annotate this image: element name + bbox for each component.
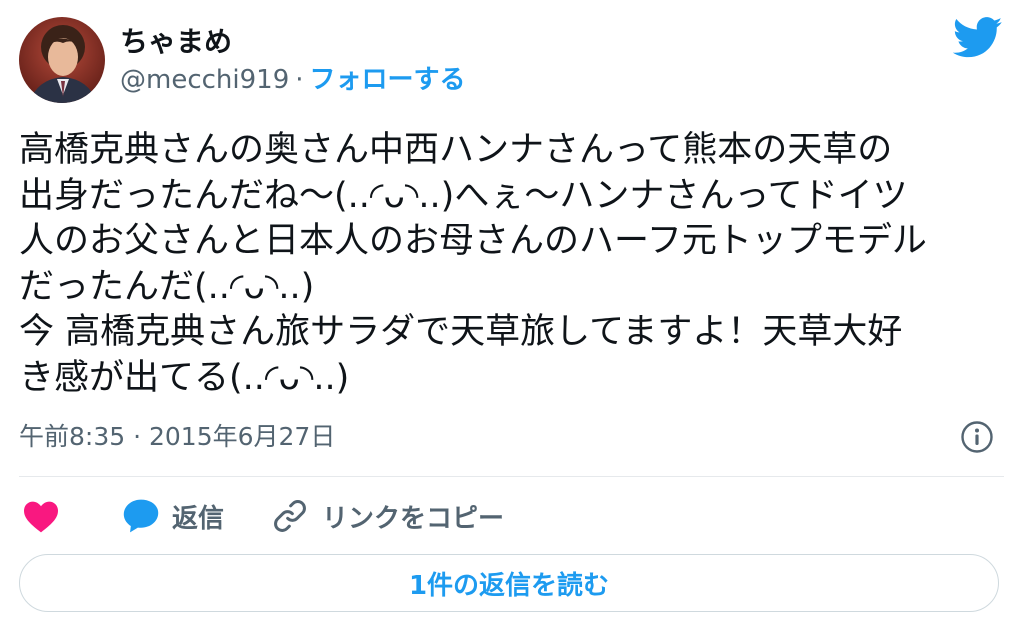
follow-button[interactable]: フォローする: [310, 65, 466, 95]
twitter-bird-icon[interactable]: [952, 17, 1003, 59]
speech-bubble-icon: [123, 499, 159, 533]
tweet-text: 高橋克典さんの奥さん中西ハンナさんって熊本の天草の 出身だったんだね〜(..◜ᴗ…: [19, 128, 1009, 401]
separator-dot: ·: [295, 65, 304, 95]
reply-button[interactable]: 返信: [122, 494, 224, 538]
tweet-text-line: 高橋克典さんの奥さん中西ハンナさんって熊本の天草の: [19, 130, 893, 170]
tweet-text-line: だったんだ(..◜ᴗ◝..): [19, 266, 315, 307]
link-icon: [274, 500, 306, 532]
tweet-text-line: 出身だったんだね〜(..◜ᴗ◝..)へぇ〜ハンナさんってドイツ: [19, 175, 908, 216]
avatar-image: [19, 17, 105, 103]
tweet-text-line: 今 高橋克典さん旅サラダで天草旅してますよ！天草大好: [19, 312, 903, 352]
avatar[interactable]: [19, 17, 105, 103]
tweet-timestamp[interactable]: 午前8:35 · 2015年6月27日: [19, 421, 335, 453]
copy-link-label: リンクをコピー: [322, 503, 505, 534]
like-button[interactable]: [22, 494, 60, 538]
info-icon[interactable]: [960, 420, 994, 454]
heart-icon: [24, 501, 58, 533]
reply-label: 返信: [172, 503, 225, 534]
twitter-bird-graphic: [952, 17, 1003, 58]
copy-link-button[interactable]: リンクをコピー: [270, 494, 504, 538]
info-icon-graphic: [961, 421, 993, 453]
tweet-text-line: 人のお父さんと日本人のお母さんのハーフ元トップモデル: [19, 221, 927, 261]
display-name[interactable]: ちゃまめ: [120, 24, 232, 60]
handle-row: @mecchi919 · フォローする: [120, 63, 466, 97]
divider: [19, 476, 1004, 477]
user-handle[interactable]: @mecchi919: [120, 65, 289, 95]
read-replies-button[interactable]: 1件の返信を読む: [19, 554, 999, 612]
tweet-text-line: き感が出てる(..◜ᴗ◝..): [19, 357, 350, 398]
